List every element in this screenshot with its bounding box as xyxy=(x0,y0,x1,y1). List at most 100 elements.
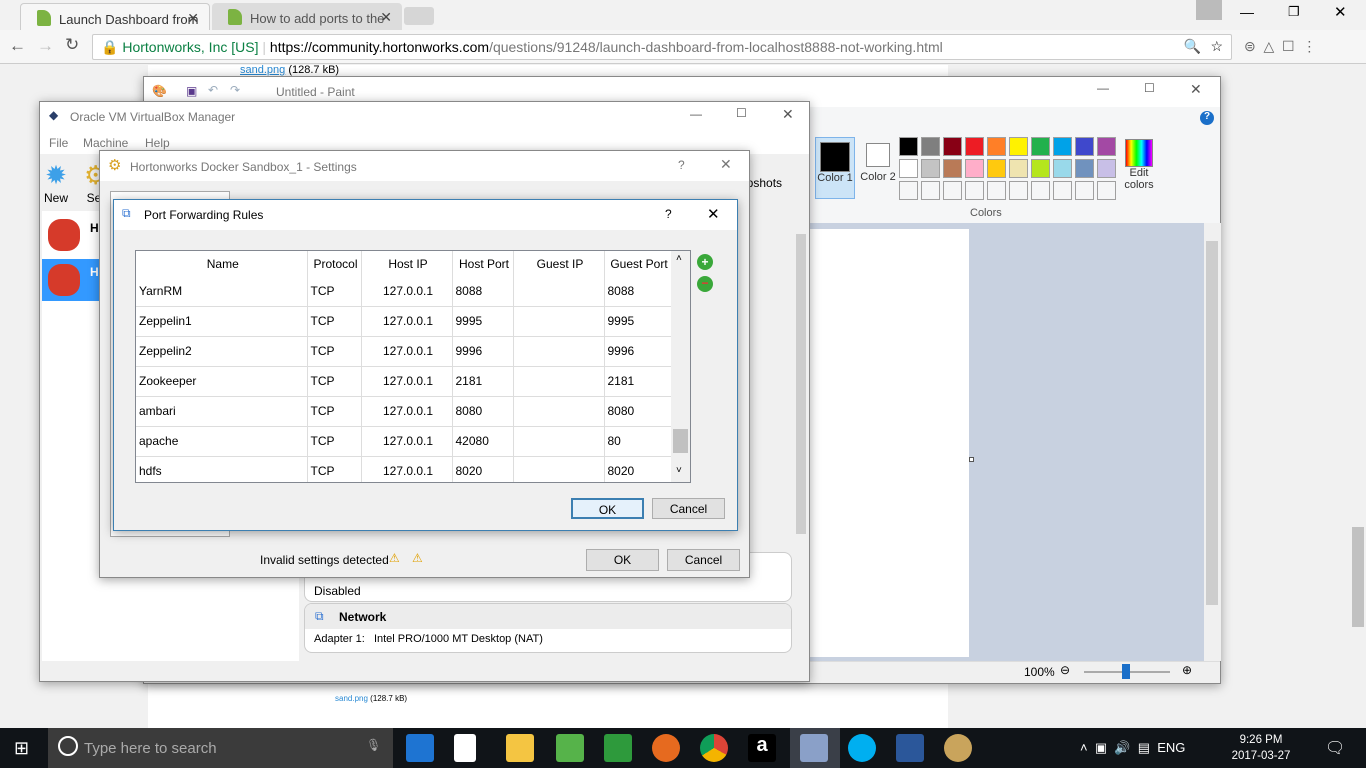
word-icon[interactable] xyxy=(896,734,924,762)
save-icon[interactable]: ▣ xyxy=(186,84,197,98)
table-cell[interactable]: 127.0.0.1 xyxy=(361,426,453,457)
menu-machine[interactable]: Machine xyxy=(83,136,128,150)
back-icon[interactable]: ← xyxy=(9,36,26,56)
table-cell[interactable]: 2181 xyxy=(604,366,672,397)
canvas[interactable] xyxy=(799,229,969,657)
zoom-search-icon[interactable]: 🔍 xyxy=(1184,38,1201,55)
table-scrollbar[interactable]: ˄ ˅ xyxy=(671,251,690,482)
color-swatch[interactable] xyxy=(1075,159,1094,178)
color-swatch[interactable] xyxy=(1009,181,1028,200)
table-cell[interactable]: TCP xyxy=(307,396,362,427)
skype-icon[interactable] xyxy=(848,734,876,762)
profile-icon[interactable] xyxy=(1196,0,1222,20)
table-cell[interactable]: 8080 xyxy=(452,396,514,427)
table-cell[interactable]: 80 xyxy=(604,426,672,457)
table-cell[interactable]: 42080 xyxy=(452,426,514,457)
close-tab-icon[interactable]: ✕ xyxy=(380,9,392,26)
paint-taskbar-icon[interactable] xyxy=(944,734,972,762)
column-header[interactable]: Guest IP xyxy=(513,251,605,276)
table-cell[interactable] xyxy=(513,456,605,482)
color-swatch[interactable] xyxy=(1009,137,1028,156)
table-cell[interactable]: TCP xyxy=(307,336,362,367)
color-swatch[interactable] xyxy=(1097,181,1116,200)
table-row[interactable]: Zookeeper TCP 127.0.0.1 2181 2181 xyxy=(136,366,672,397)
table-cell[interactable]: 127.0.0.1 xyxy=(361,456,453,482)
color-swatch[interactable] xyxy=(899,137,918,156)
color-swatch[interactable] xyxy=(921,137,940,156)
cloud-app-icon[interactable] xyxy=(556,734,584,762)
color-swatch[interactable] xyxy=(965,181,984,200)
reload-icon[interactable]: ↻ xyxy=(65,35,79,55)
settings-ok-button[interactable]: OK xyxy=(586,549,659,571)
firefox-icon[interactable] xyxy=(652,734,680,762)
undo-icon[interactable]: ↶ xyxy=(208,83,218,97)
color-swatch[interactable] xyxy=(965,159,984,178)
evernote-like-icon[interactable] xyxy=(604,734,632,762)
table-cell[interactable]: 8020 xyxy=(452,456,514,482)
table-cell[interactable]: apache xyxy=(136,426,308,457)
settings-cancel-button[interactable]: Cancel xyxy=(667,549,740,571)
close-icon[interactable]: ✕ xyxy=(1190,81,1202,98)
attachment-link[interactable]: sand.png (128.7 kB) xyxy=(240,64,339,76)
table-cell[interactable]: 8088 xyxy=(604,276,672,307)
tab-launch-dashboard[interactable]: Launch Dashboard from ✕ xyxy=(20,3,210,30)
table-cell[interactable]: 8020 xyxy=(604,456,672,482)
help-button[interactable]: ? xyxy=(665,207,672,221)
column-header[interactable]: Guest Port xyxy=(604,251,672,276)
table-cell[interactable]: 9995 xyxy=(452,306,514,337)
tab-add-ports[interactable]: How to add ports to the ✕ xyxy=(212,3,402,30)
help-button[interactable]: ? xyxy=(678,158,685,172)
store-icon[interactable] xyxy=(454,734,476,762)
table-cell[interactable]: TCP xyxy=(307,426,362,457)
zoom-out-icon[interactable]: ⊖ xyxy=(1060,663,1070,677)
table-cell[interactable]: Zeppelin2 xyxy=(136,336,308,367)
table-cell[interactable]: 127.0.0.1 xyxy=(361,396,453,427)
color-swatch[interactable] xyxy=(1053,159,1072,178)
amazon-icon[interactable]: a xyxy=(748,734,776,762)
table-row[interactable]: ambari TCP 127.0.0.1 8080 8080 xyxy=(136,396,672,427)
table-row[interactable]: Zeppelin1 TCP 127.0.0.1 9995 9995 xyxy=(136,306,672,337)
paint-app-icon[interactable]: 🎨 xyxy=(152,84,167,98)
edit-colors-button[interactable]: Edit colors xyxy=(1122,139,1156,191)
table-cell[interactable] xyxy=(513,306,605,337)
table-cell[interactable]: 9995 xyxy=(604,306,672,337)
details-scrollbar[interactable] xyxy=(794,222,808,652)
bookmark-star-icon[interactable]: ☆ xyxy=(1210,38,1223,55)
help-icon[interactable]: ? xyxy=(1200,111,1214,125)
extension-icons[interactable]: ⊜ △ ☐ ⋮ xyxy=(1244,38,1354,58)
close-icon[interactable]: ✕ xyxy=(720,156,732,173)
table-cell[interactable]: 8080 xyxy=(604,396,672,427)
table-cell[interactable] xyxy=(513,366,605,397)
file-explorer-icon[interactable] xyxy=(506,734,534,762)
column-header[interactable]: Protocol xyxy=(307,251,362,276)
zoom-slider[interactable] xyxy=(1084,664,1170,679)
microphone-icon[interactable]: 🎙 xyxy=(366,738,381,752)
color-swatch[interactable] xyxy=(965,137,984,156)
minimize-icon[interactable]: — xyxy=(1240,4,1254,20)
pf-cancel-button[interactable]: Cancel xyxy=(652,498,725,519)
color-swatch[interactable] xyxy=(1053,137,1072,156)
table-cell[interactable]: Zeppelin1 xyxy=(136,306,308,337)
color-swatch[interactable] xyxy=(943,159,962,178)
table-cell[interactable]: 127.0.0.1 xyxy=(361,366,453,397)
table-row[interactable]: Zeppelin2 TCP 127.0.0.1 9996 9996 xyxy=(136,336,672,367)
close-icon[interactable]: ✕ xyxy=(707,205,720,223)
table-cell[interactable]: TCP xyxy=(307,306,362,337)
warning-icon[interactable]: ⚠ xyxy=(389,551,400,565)
virtualbox-taskbar-icon[interactable] xyxy=(800,734,828,762)
color-swatch[interactable] xyxy=(987,181,1006,200)
color-swatch[interactable] xyxy=(921,181,940,200)
windows-start-icon[interactable]: ⊞ xyxy=(14,738,29,759)
color-swatch[interactable] xyxy=(899,159,918,178)
edge-icon[interactable] xyxy=(406,734,434,762)
column-header[interactable]: Host IP xyxy=(361,251,453,276)
close-icon[interactable]: ✕ xyxy=(782,106,794,123)
details-network-section[interactable]: Network ⧉ Adapter 1: Intel PRO/1000 MT D… xyxy=(304,603,792,653)
color-swatch[interactable] xyxy=(1031,181,1050,200)
color-swatch[interactable] xyxy=(1031,137,1050,156)
table-cell[interactable]: 8088 xyxy=(452,276,514,307)
table-cell[interactable]: TCP xyxy=(307,456,362,482)
clock[interactable]: 9:26 PM 2017-03-27 xyxy=(1228,732,1294,764)
color2-button[interactable]: Color 2 xyxy=(858,137,898,199)
maximize-icon[interactable]: ☐ xyxy=(1144,81,1155,95)
